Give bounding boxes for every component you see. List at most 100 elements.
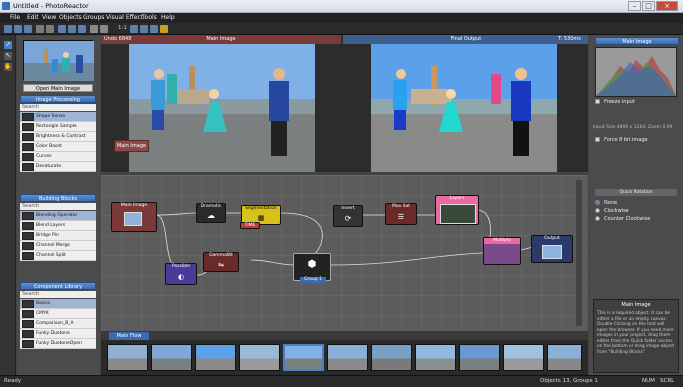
rotation-none-radio[interactable] [595, 200, 600, 205]
dramatic-node[interactable]: Dramatic ☁ [196, 203, 226, 223]
menu-file[interactable]: File [10, 14, 20, 21]
list-item[interactable]: Curves [20, 152, 96, 162]
multiply-node[interactable]: Multiply [483, 237, 521, 265]
list-item[interactable]: Funky DuotoneOpen [20, 339, 96, 349]
output-thumbnail-icon [542, 245, 562, 259]
duotone-open-icon [22, 340, 34, 348]
hand-tool-icon[interactable]: ✋ [4, 63, 12, 71]
filmstrip-thumbnail[interactable] [371, 344, 412, 371]
list-item[interactable]: Shape Sense [20, 112, 96, 122]
brightness-icon [22, 133, 34, 141]
list-item[interactable]: CMYK [20, 309, 96, 319]
component-library-header[interactable]: Component Library [20, 282, 96, 290]
filmstrip-thumbnail[interactable] [151, 344, 192, 371]
grid-icon[interactable] [140, 25, 148, 33]
output-node[interactable]: Output [531, 235, 573, 263]
open-main-image-button[interactable]: Open Main Image [23, 84, 93, 92]
undo-icon[interactable] [36, 25, 44, 33]
zoom-level[interactable]: 1:1 [118, 25, 127, 31]
list-item[interactable]: Rectangle Sample [20, 122, 96, 132]
possible-node[interactable]: Possible ◐ [165, 263, 197, 285]
canvas-scrollbar[interactable] [576, 180, 582, 326]
building-blocks-header[interactable]: Building Blocks [20, 194, 96, 202]
gamma-node[interactable]: GammaBit ⇋ [203, 252, 239, 272]
rotation-counter-radio[interactable] [595, 216, 600, 221]
split-icon [22, 252, 34, 260]
filmstrip-thumbnail[interactable] [195, 344, 236, 371]
rotation-clockwise-radio[interactable] [595, 208, 600, 213]
building-blocks-search[interactable]: Search [20, 203, 96, 210]
building-blocks-list: Blending Operator Blend Layers Bridge Pi… [20, 211, 96, 261]
menu-view[interactable]: View [42, 14, 56, 21]
settings-icon[interactable] [160, 25, 168, 33]
cmyk-icon [22, 310, 34, 318]
close-button[interactable]: × [656, 1, 678, 11]
freeze-input-label: Freeze input [604, 99, 635, 105]
menu-visual-effect[interactable]: Visual Effect [106, 14, 143, 21]
main-image-overlay-label[interactable]: Main Image [114, 140, 149, 152]
maximize-button[interactable]: □ [642, 1, 655, 11]
minimize-button[interactable]: – [628, 1, 641, 11]
node-graph-canvas[interactable]: Main Image Dramatic ☁ Segmentation ▦ TIM… [101, 175, 588, 331]
max-sat-node[interactable]: Max Sat ☰ [385, 203, 417, 225]
cube-icon: ⬢ [307, 259, 317, 270]
list-item[interactable]: Basics [20, 299, 96, 309]
list-item[interactable]: Blending Operator [20, 211, 96, 221]
fit-icon[interactable] [130, 25, 138, 33]
list-item[interactable]: Funky Duotone [20, 329, 96, 339]
cut-icon[interactable] [58, 25, 66, 33]
image-icon[interactable] [150, 25, 158, 33]
tab-main-flow[interactable]: Main Flow [109, 332, 149, 340]
status-scrl: SCRL [660, 378, 675, 384]
layers-node[interactable]: Layers [435, 195, 479, 225]
menu-groups[interactable]: Groups [83, 14, 104, 21]
filmstrip-thumbnail[interactable] [547, 344, 582, 371]
invert-node[interactable]: Invert ⟳ [333, 205, 363, 227]
new-icon[interactable] [4, 25, 12, 33]
group-node[interactable]: ⬢ Group 1 [293, 253, 331, 283]
filmstrip-thumbnail[interactable] [327, 344, 368, 371]
list-item[interactable]: Channel Split [20, 251, 96, 261]
list-item[interactable]: Channel Merge [20, 241, 96, 251]
toggle-icon: ◐ [177, 273, 185, 281]
film-strip [101, 340, 588, 375]
component-library-search[interactable]: Search [20, 291, 96, 298]
list-item[interactable]: Desaturate [20, 162, 96, 172]
freeze-input-checkbox[interactable] [595, 99, 600, 104]
main-image-node[interactable]: Main Image [111, 202, 157, 232]
image-processing-search[interactable]: Search [20, 104, 96, 111]
menu-objects[interactable]: Objects [59, 14, 82, 21]
filmstrip-thumbnail[interactable] [239, 344, 280, 371]
zoom-in-icon[interactable] [90, 25, 98, 33]
main-image-preview[interactable] [129, 44, 315, 172]
save-icon[interactable] [24, 25, 32, 33]
rotation-counter-label: Counter Clockwise [604, 216, 651, 222]
list-item[interactable]: Color Boost [20, 142, 96, 152]
node-title: Multiply [484, 238, 520, 244]
filmstrip-thumbnail-selected[interactable] [283, 344, 324, 371]
copy-icon[interactable] [68, 25, 76, 33]
left-panel: Open Main Image Image Processing Search … [17, 35, 100, 375]
time-badge[interactable]: TIME [240, 222, 260, 229]
menu-help[interactable]: Help [161, 14, 175, 21]
menu-tools[interactable]: Tools [142, 14, 157, 21]
zoom-out-icon[interactable] [100, 25, 108, 33]
redo-icon[interactable] [46, 25, 54, 33]
menu-bar: File Edit View Objects Groups Visual Eff… [0, 13, 683, 23]
force-8bit-checkbox[interactable] [595, 137, 600, 142]
filmstrip-thumbnail[interactable] [107, 344, 148, 371]
final-output-preview[interactable] [371, 44, 557, 172]
image-processing-header[interactable]: Image Processing [20, 95, 96, 103]
pointer-tool-icon[interactable]: ↖ [4, 52, 12, 60]
open-icon[interactable] [14, 25, 22, 33]
list-item[interactable]: Bridge Pin [20, 231, 96, 241]
list-item[interactable]: Comparison_B_A [20, 319, 96, 329]
filmstrip-thumbnail[interactable] [415, 344, 456, 371]
paste-icon[interactable] [78, 25, 86, 33]
list-item[interactable]: Blend Layers [20, 221, 96, 231]
list-item[interactable]: Brightness & Contrast [20, 132, 96, 142]
menu-edit[interactable]: Edit [27, 14, 39, 21]
select-tool-icon[interactable]: ➚ [4, 41, 12, 49]
filmstrip-thumbnail[interactable] [503, 344, 544, 371]
filmstrip-thumbnail[interactable] [459, 344, 500, 371]
